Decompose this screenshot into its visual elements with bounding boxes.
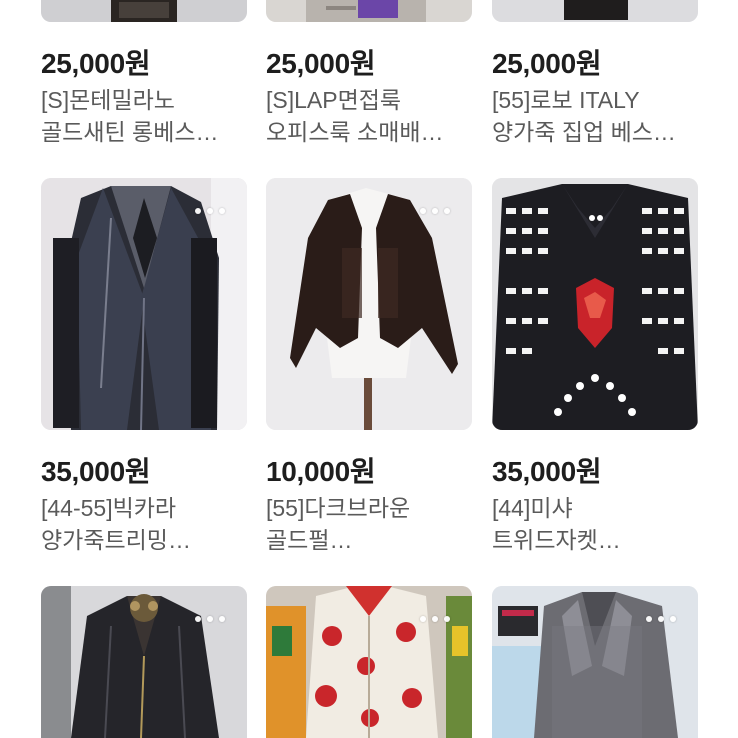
- product-title-line: [S]몬테밀라노: [41, 87, 175, 113]
- product-title-line: [S]LAP면접룩: [266, 87, 402, 113]
- product-image[interactable]: [492, 178, 698, 430]
- product-grid: 25,000원 [S]몬테밀라노 골드새틴 롱베스… 25,000원 [S]LA…: [0, 0, 738, 738]
- product-title[interactable]: [44]미샤 트위드자켓…: [492, 492, 698, 556]
- more-dots-icon[interactable]: [420, 208, 450, 214]
- product-price: 25,000원: [41, 48, 151, 79]
- product-title-line: 트위드자켓…: [492, 527, 621, 553]
- more-dots-icon[interactable]: [195, 616, 225, 622]
- product-title[interactable]: [55]다크브라운 골드펄…: [266, 492, 472, 556]
- product-image[interactable]: [266, 586, 472, 738]
- product-image[interactable]: [492, 586, 698, 738]
- product-title-line: 골드새틴 롱베스…: [41, 119, 219, 145]
- product-title-line: [55]로보 ITALY: [492, 87, 640, 113]
- product-price: 35,000원: [41, 456, 151, 487]
- product-price: 25,000원: [266, 48, 376, 79]
- product-image[interactable]: [41, 178, 247, 430]
- product-image[interactable]: [41, 586, 247, 738]
- product-title[interactable]: [44-55]빅카라 양가죽트리밍…: [41, 492, 247, 556]
- product-image[interactable]: [41, 0, 247, 22]
- product-title[interactable]: [S]LAP면접룩 오피스룩 소매배…: [266, 84, 472, 148]
- product-image[interactable]: [266, 178, 472, 430]
- product-title-line: 양가죽 집업 베스…: [492, 119, 676, 145]
- product-title[interactable]: [55]로보 ITALY 양가죽 집업 베스…: [492, 84, 698, 148]
- product-title-line: [44-55]빅카라: [41, 495, 177, 521]
- product-price: 10,000원: [266, 456, 376, 487]
- product-image[interactable]: [266, 0, 472, 22]
- product-title-line: 오피스룩 소매배…: [266, 119, 444, 145]
- product-title-line: 골드펄…: [266, 527, 353, 553]
- product-title-line: [55]다크브라운: [266, 495, 411, 521]
- product-title-line: [44]미샤: [492, 495, 573, 521]
- product-image[interactable]: [492, 0, 698, 22]
- product-title[interactable]: [S]몬테밀라노 골드새틴 롱베스…: [41, 84, 247, 148]
- more-dots-icon[interactable]: [420, 616, 450, 622]
- product-price: 25,000원: [492, 48, 602, 79]
- product-title-line: 양가죽트리밍…: [41, 527, 191, 553]
- more-dots-icon[interactable]: [646, 616, 676, 622]
- more-dots-icon[interactable]: [195, 208, 225, 214]
- product-price: 35,000원: [492, 456, 602, 487]
